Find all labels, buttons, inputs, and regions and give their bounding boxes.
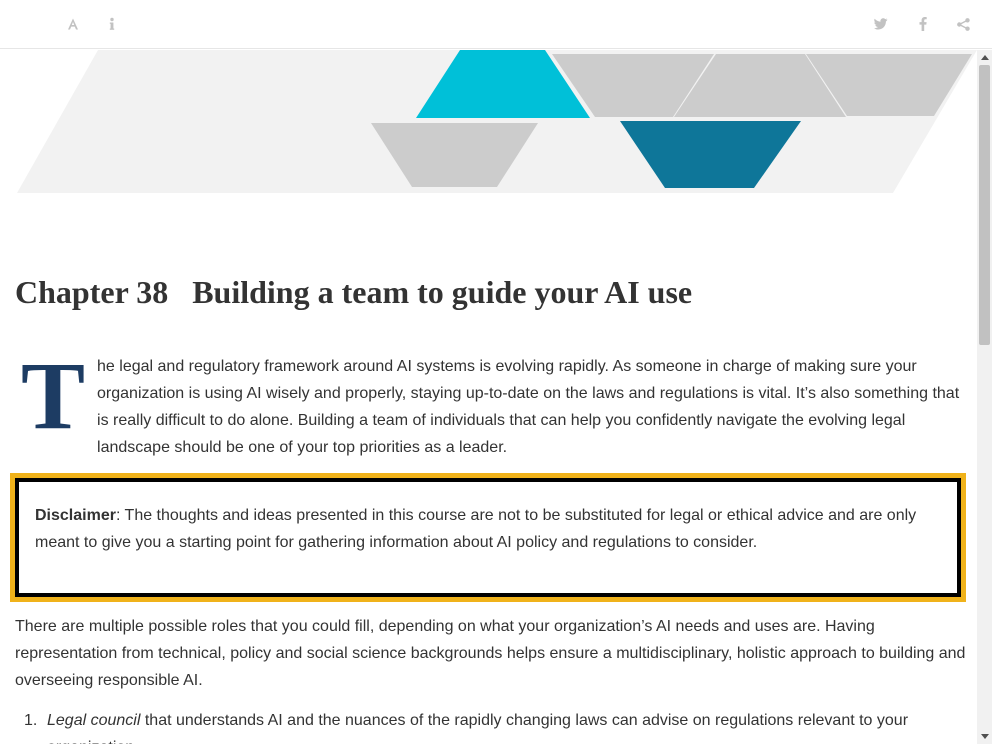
list-item-text: that understands AI and the nuances of t… (47, 712, 909, 744)
chapter-title-text: Building a team to guide your AI use (192, 274, 693, 310)
info-icon[interactable] (100, 12, 124, 36)
vertical-scrollbar[interactable] (977, 50, 992, 744)
font-size-icon[interactable] (61, 12, 85, 36)
chapter-number: Chapter 38 (15, 274, 169, 310)
share-icon[interactable] (951, 12, 975, 36)
twitter-icon[interactable] (869, 12, 893, 36)
disclaimer-content: Disclaimer: The thoughts and ideas prese… (15, 478, 961, 597)
scrollbar-thumb[interactable] (979, 65, 990, 345)
roles-list: 1. Legal council that understands AI and … (15, 707, 960, 744)
intro-text: he legal and regulatory framework around… (97, 358, 960, 456)
roles-paragraph: There are multiple possible roles that y… (15, 618, 966, 689)
top-toolbar (0, 0, 992, 49)
list-item-term: Legal council (47, 712, 141, 729)
list-item-marker: 1. (24, 712, 38, 729)
chapter-content: Chapter 38 Building a team to guide your … (0, 50, 977, 744)
scroll-up-arrow-icon[interactable] (977, 50, 992, 65)
chapter-title: Chapter 38 Building a team to guide your … (15, 274, 692, 311)
intro-paragraph: The legal and regulatory framework aroun… (15, 342, 960, 461)
facebook-icon[interactable] (911, 12, 935, 36)
disclaimer-text: : The thoughts and ideas presented in th… (35, 507, 917, 551)
chapter-banner-graphic (17, 50, 977, 193)
drop-cap: T (21, 342, 86, 449)
disclaimer-box: Disclaimer: The thoughts and ideas prese… (10, 473, 966, 602)
disclaimer-label: Disclaimer (35, 507, 116, 524)
list-item: 1. Legal council that understands AI and … (15, 707, 960, 744)
scroll-down-arrow-icon[interactable] (977, 729, 992, 744)
